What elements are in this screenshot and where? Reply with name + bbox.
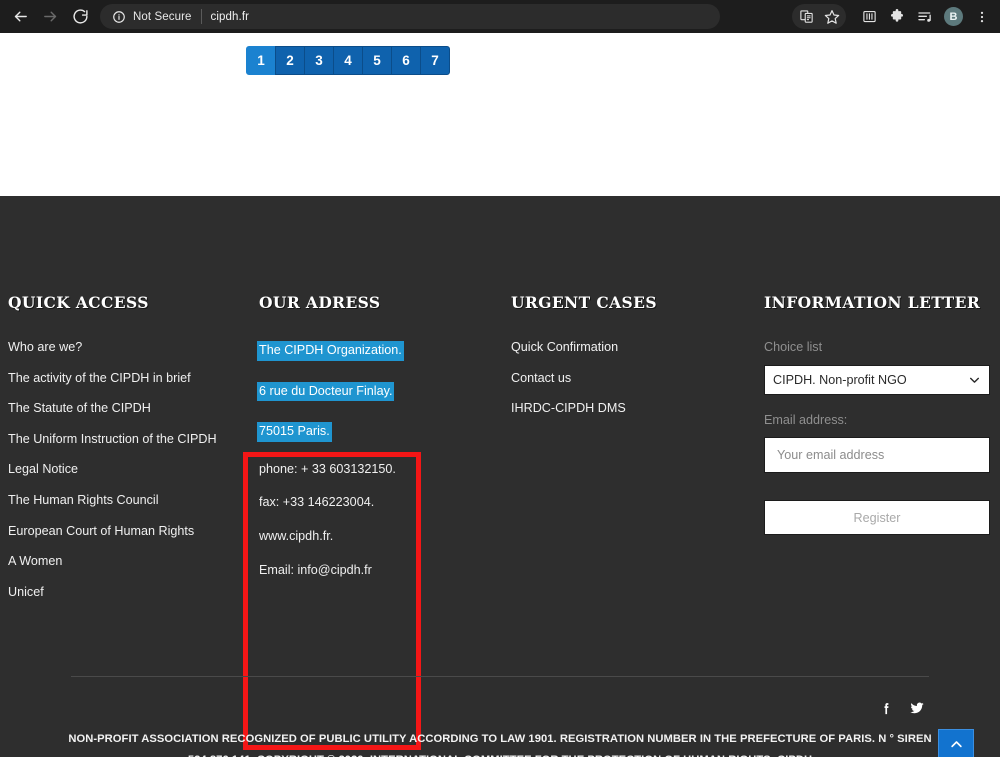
back-button[interactable] [6, 3, 34, 31]
pagination-page-3[interactable]: 3 [304, 46, 334, 75]
omnibox-action-group [792, 4, 846, 29]
link-ihrdc-cipdh-dms[interactable]: IHRDC-CIPDH DMS [511, 402, 751, 415]
address-phone: phone: + 33 603132150. [259, 461, 396, 476]
footer-column-our-address: OUR ADRESS The CIPDH Organization. 6 rue… [257, 293, 419, 577]
chevron-up-icon [949, 737, 964, 757]
link-legal-notice[interactable]: Legal Notice [8, 463, 244, 476]
pagination-page-4[interactable]: 4 [333, 46, 363, 75]
pagination-page-7[interactable]: 7 [420, 46, 450, 75]
pagination-page-5[interactable]: 5 [362, 46, 392, 75]
link-statute[interactable]: The Statute of the CIPDH [8, 402, 244, 415]
scroll-to-top-button[interactable] [938, 729, 974, 757]
not-secure-info-icon[interactable] [112, 10, 126, 24]
link-quick-confirmation[interactable]: Quick Confirmation [511, 341, 751, 354]
url-text: cipdh.fr [210, 10, 250, 23]
register-button[interactable]: Register [764, 500, 990, 536]
pagination-page-1[interactable]: 1 [246, 46, 276, 75]
link-human-rights-council[interactable]: The Human Rights Council [8, 494, 244, 507]
link-unicef[interactable]: Unicef [8, 586, 244, 599]
page-content: 1 2 3 4 5 6 7 QUICK ACCESS Who are we? T… [0, 33, 1000, 757]
link-a-women[interactable]: A Women [8, 555, 244, 568]
reload-button[interactable] [66, 3, 94, 31]
extensions-puzzle-icon[interactable] [884, 4, 910, 30]
more-menu-icon[interactable] [969, 4, 995, 30]
urgent-cases-title: URGENT CASES [511, 293, 657, 312]
footer-column-quick-access: QUICK ACCESS Who are we? The activity of… [8, 293, 244, 598]
link-european-court[interactable]: European Court of Human Rights [8, 524, 244, 538]
link-activity-brief[interactable]: The activity of the CIPDH in brief [8, 371, 244, 385]
profile-avatar[interactable]: B [944, 7, 963, 26]
choice-list-select-wrapper: CIPDH. Non-profit NGO [764, 364, 990, 395]
queue-list-icon[interactable] [912, 4, 938, 30]
translate-icon[interactable] [793, 4, 819, 30]
browser-toolbar-actions: B [792, 4, 1000, 30]
quick-access-title: QUICK ACCESS [8, 293, 149, 312]
footer-divider [71, 676, 929, 677]
forward-button[interactable] [36, 3, 64, 31]
email-address-label: Email address: [764, 412, 848, 427]
footer-column-information-letter: INFORMATION LETTER Choice list CIPDH. No… [764, 293, 990, 536]
quick-access-links: Who are we? The activity of the CIPDH in… [8, 341, 244, 598]
facebook-icon[interactable] [879, 701, 894, 716]
our-address-title: OUR ADRESS [259, 293, 381, 312]
address-fax: fax: +33 146223004. [259, 495, 375, 510]
address-bar[interactable]: Not Secure cipdh.fr [100, 4, 720, 29]
link-uniform-instruction[interactable]: The Uniform Instruction of the CIPDH [8, 433, 244, 446]
urgent-cases-links: Quick Confirmation Contact us IHRDC-CIPD… [511, 341, 751, 415]
address-website: www.cipdh.fr. [259, 528, 334, 543]
email-field[interactable]: Your email address [764, 437, 990, 474]
navigation-buttons [0, 3, 94, 31]
address-street: 6 rue du Docteur Finlay. [257, 381, 395, 402]
browser-toolbar: Not Secure cipdh.fr B [0, 0, 1000, 33]
address-lines: The CIPDH Organization. 6 rue du Docteur… [257, 341, 419, 577]
footer-column-urgent-cases: URGENT CASES Quick Confirmation Contact … [511, 293, 751, 415]
twitter-icon[interactable] [909, 700, 925, 716]
social-links [879, 700, 925, 716]
legal-text: NON-PROFIT ASSOCIATION RECOGNIZED OF PUB… [68, 733, 932, 757]
address-organization: The CIPDH Organization. [257, 341, 404, 361]
site-footer: QUICK ACCESS Who are we? The activity of… [0, 196, 1000, 757]
choice-list-select[interactable]: CIPDH. Non-profit NGO [764, 364, 990, 395]
pagination-page-2[interactable]: 2 [275, 46, 305, 75]
address-city: 75015 Paris. [257, 422, 332, 442]
link-who-are-we[interactable]: Who are we? [8, 341, 244, 354]
bookmark-star-icon[interactable] [819, 4, 845, 30]
information-letter-title: INFORMATION LETTER [764, 293, 981, 312]
chevron-down-icon [968, 373, 981, 386]
link-contact-us[interactable]: Contact us [511, 371, 751, 385]
pagination-page-6[interactable]: 6 [391, 46, 421, 75]
omnibox-divider [200, 9, 202, 24]
reading-list-icon[interactable] [856, 4, 882, 30]
address-email: Email: info@cipdh.fr [259, 562, 372, 577]
choice-list-label: Choice list [764, 340, 823, 354]
security-status-text: Not Secure [133, 10, 192, 23]
pagination: 1 2 3 4 5 6 7 [246, 46, 450, 75]
